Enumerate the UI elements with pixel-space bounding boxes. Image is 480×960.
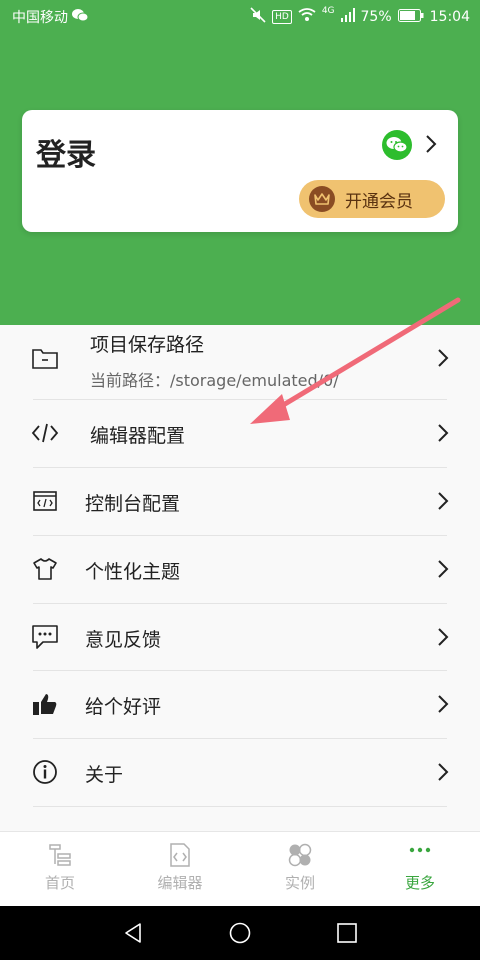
chevron-right-icon (436, 626, 450, 652)
settings-item-feedback[interactable]: 意见反馈 (0, 604, 480, 670)
vip-button[interactable]: 开通会员 (299, 180, 445, 218)
status-bar: 中国移动 HD 4G 75% 15:04 (0, 0, 480, 32)
folder-icon (30, 343, 60, 373)
battery-icon (397, 8, 424, 26)
chevron-right-icon (436, 422, 450, 448)
back-icon[interactable] (122, 922, 144, 944)
network-type: 4G (321, 6, 335, 16)
settings-item-rate[interactable]: 给个好评 (0, 671, 480, 738)
vip-label: 开通会员 (345, 191, 413, 212)
home-icon (49, 844, 71, 866)
settings-item-label: 个性化主题 (85, 561, 181, 583)
nav-label: 首页 (44, 874, 75, 892)
system-nav-bar (0, 906, 480, 960)
settings-item-label: 给个好评 (85, 696, 162, 718)
chevron-right-icon (436, 558, 450, 584)
shirt-icon (30, 554, 60, 584)
status-left: 中国移动 (12, 7, 89, 27)
settings-item-editor[interactable]: 编辑器配置 (0, 400, 480, 467)
thumbs-up-icon (30, 689, 60, 719)
nav-item-editor[interactable]: 编辑器 (140, 842, 220, 893)
settings-item-label: 意见反馈 (85, 629, 162, 651)
chevron-right-icon[interactable] (424, 133, 438, 159)
code-icon (30, 418, 60, 448)
settings-item-label: 项目保存路径 (90, 334, 205, 356)
hd-badge: HD (272, 10, 292, 24)
info-icon (30, 757, 60, 787)
battery-percent: 75% (360, 9, 392, 25)
carrier-name: 中国移动 (12, 10, 68, 26)
settings-item-theme[interactable]: 个性化主题 (0, 536, 480, 603)
nav-item-examples[interactable]: 实例 (260, 842, 340, 893)
wechat-login-icon[interactable] (382, 130, 412, 160)
chevron-right-icon (436, 347, 450, 373)
chevron-right-icon (436, 693, 450, 719)
examples-icon (288, 843, 312, 867)
wifi-icon (298, 8, 316, 26)
divider (33, 806, 447, 807)
signal-icon (340, 8, 355, 26)
home-circle-icon[interactable] (229, 922, 251, 944)
login-title[interactable]: 登录 (36, 130, 96, 174)
more-icon (409, 847, 431, 853)
status-right: HD 4G 75% 15:04 (250, 6, 470, 27)
settings-item-save-path[interactable]: 项目保存路径 当前路径：/storage/emulated/0/ (0, 325, 480, 399)
nav-label: 编辑器 (157, 874, 203, 892)
mute-icon (250, 7, 266, 27)
settings-item-label: 关于 (85, 764, 124, 786)
editor-icon (170, 843, 190, 867)
settings-item-console[interactable]: 控制台配置 (0, 468, 480, 535)
login-card[interactable]: 登录 开通会员 (22, 110, 458, 232)
settings-item-label: 控制台配置 (85, 493, 181, 515)
recents-icon[interactable] (336, 922, 358, 944)
settings-item-label: 编辑器配置 (90, 425, 186, 447)
chevron-right-icon (436, 490, 450, 516)
crown-icon (309, 186, 335, 212)
settings-list: 项目保存路径 当前路径：/storage/emulated/0/ 编辑器配置 控… (0, 325, 480, 831)
clock: 15:04 (429, 9, 470, 25)
settings-item-about[interactable]: 关于 (0, 739, 480, 806)
nav-label: 更多 (404, 874, 435, 892)
nav-item-home[interactable]: 首页 (20, 842, 100, 893)
chevron-right-icon (436, 761, 450, 787)
settings-item-sub: 当前路径：/storage/emulated/0/ (90, 371, 339, 390)
nav-item-more[interactable]: 更多 (380, 842, 460, 893)
console-icon (30, 486, 60, 516)
nav-label: 实例 (284, 874, 315, 892)
bottom-nav: 首页 编辑器 实例 更多 (0, 831, 480, 907)
feedback-icon (30, 622, 60, 652)
wechat-status-icon (72, 8, 89, 26)
